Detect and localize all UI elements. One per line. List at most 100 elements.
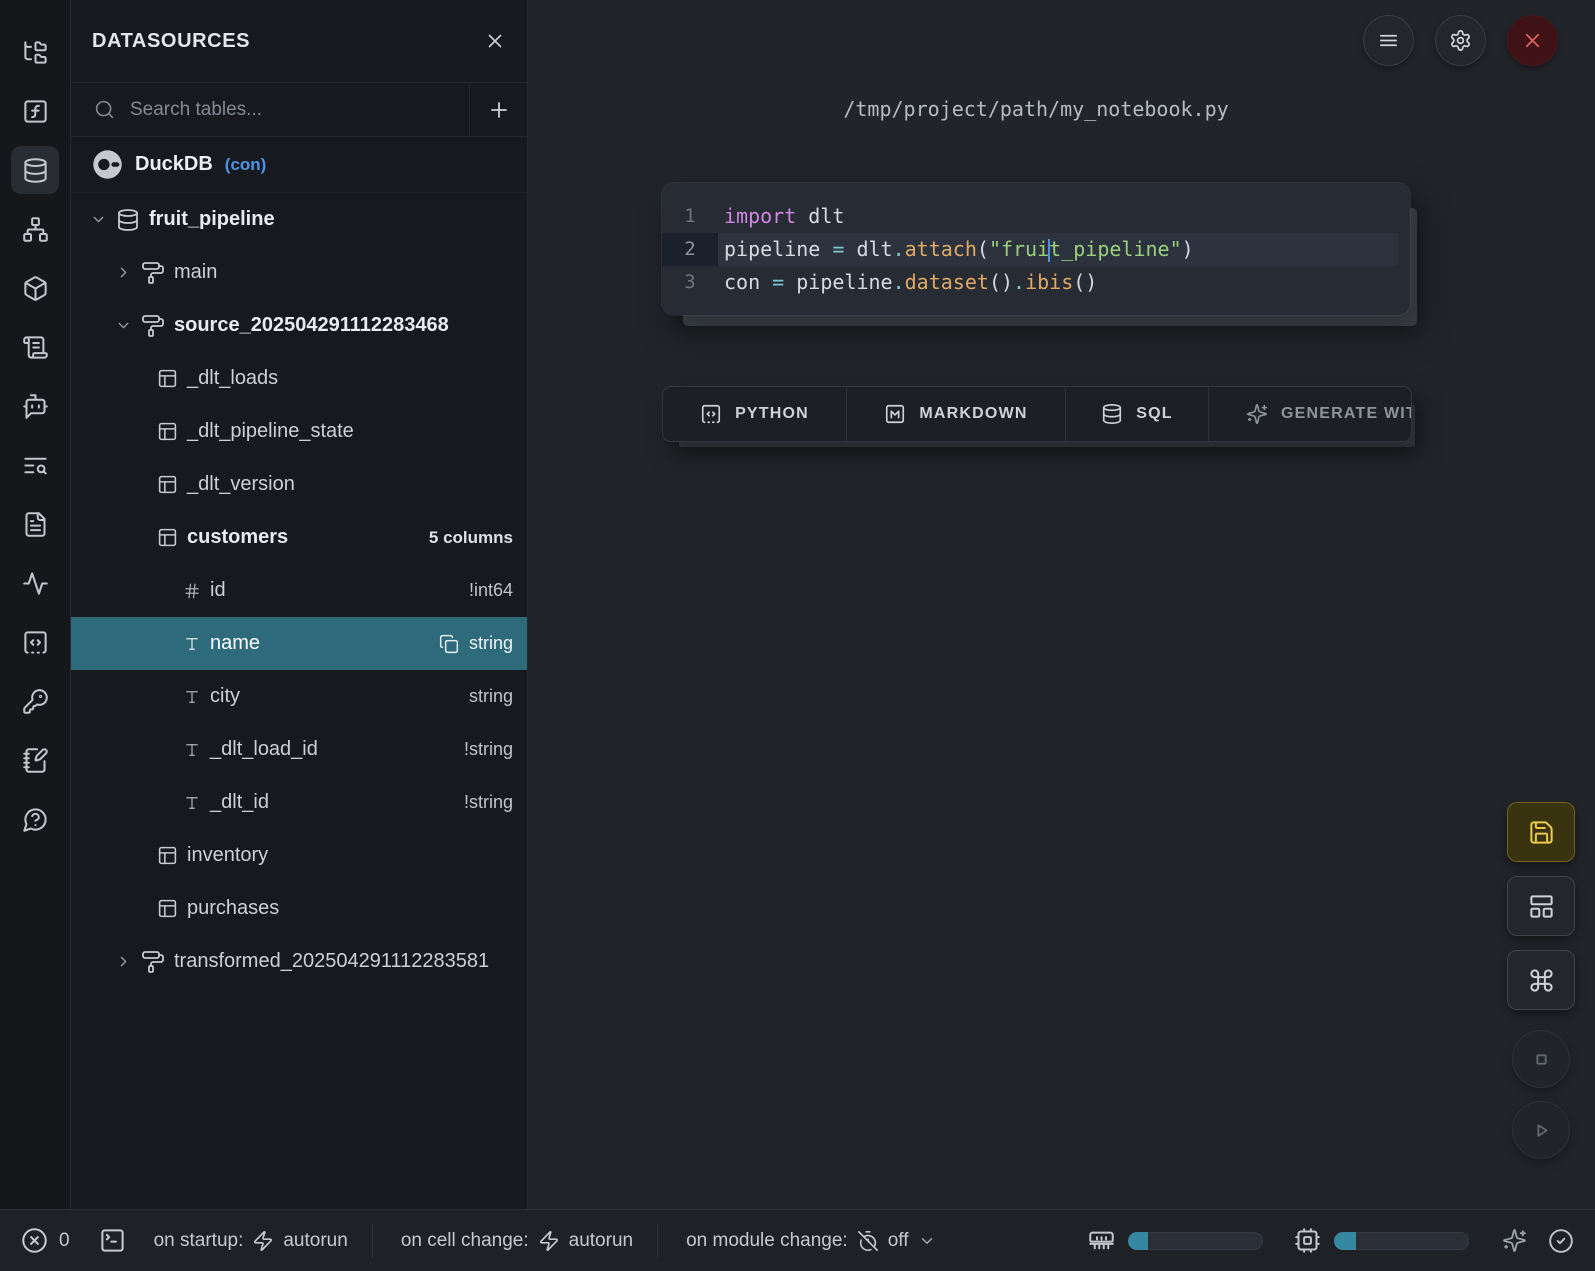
rail-item-logs[interactable]: [15, 329, 55, 365]
tree-row-_dlt_id[interactable]: _dlt_id!string: [71, 776, 527, 829]
table-icon: [157, 898, 178, 919]
add-datasource-button[interactable]: [469, 83, 527, 136]
tree-row-fruit_pipeline[interactable]: fruit_pipeline: [71, 193, 527, 246]
tree-label: _dlt_id: [210, 791, 269, 814]
rail-item-file-explorer[interactable]: [15, 34, 55, 70]
connection-ok-icon[interactable]: [1548, 1228, 1574, 1254]
terminal-icon: [99, 1227, 126, 1254]
chevron-right-icon: [115, 953, 132, 970]
tree-label: _dlt_pipeline_state: [187, 420, 354, 443]
tree-row-_dlt_loads[interactable]: _dlt_loads: [71, 352, 527, 405]
tree-row-id[interactable]: id!int64: [71, 564, 527, 617]
packages-icon: [22, 275, 49, 302]
search-icon: [94, 99, 115, 120]
rail-item-ai-chat[interactable]: [15, 388, 55, 424]
database-icon: [1101, 403, 1123, 425]
layout-panel-icon: [1528, 893, 1555, 920]
ai-chat-icon: [22, 393, 49, 420]
tree-row-source_202504291112283468[interactable]: source_202504291112283468: [71, 299, 527, 352]
terminal-button[interactable]: [99, 1227, 126, 1254]
tree-meta: !int64: [469, 580, 513, 601]
save-button[interactable]: [1507, 802, 1575, 862]
tree-row-transformed_202504291112283581[interactable]: transformed_202504291112283581: [71, 935, 527, 988]
tree-row-customers[interactable]: customers 5 columns: [71, 511, 527, 564]
tree-row-_dlt_load_id[interactable]: _dlt_load_id!string: [71, 723, 527, 776]
tree-label: name: [210, 632, 260, 655]
memory-icon: [1088, 1227, 1115, 1254]
tree-row-main[interactable]: main: [71, 246, 527, 299]
ai-sparkles-icon[interactable]: [1502, 1228, 1527, 1253]
stop-square-icon: [1529, 1047, 1554, 1072]
command-icon: [1528, 967, 1555, 994]
rail-item-secrets[interactable]: [15, 683, 55, 719]
help-icon: [22, 806, 49, 833]
on-module-change-value: off: [888, 1230, 909, 1252]
tree-row-meta-group: string: [469, 686, 513, 707]
code-token: "frui: [989, 237, 1049, 261]
tree-row-purchases[interactable]: purchases: [71, 882, 527, 935]
tree-row-_dlt_version[interactable]: _dlt_version: [71, 458, 527, 511]
tree-row-_dlt_pipeline_state[interactable]: _dlt_pipeline_state: [71, 405, 527, 458]
tree-row-meta-group: 5 columns: [429, 528, 513, 548]
tree-meta: string: [469, 686, 513, 707]
code-token: (: [977, 237, 989, 261]
on-module-change-setting[interactable]: on module change: off: [686, 1230, 935, 1252]
menu-button[interactable]: [1363, 15, 1414, 66]
code-cell[interactable]: 1import dlt2pipeline = dlt.attach("fruit…: [662, 183, 1410, 315]
timer-off-icon: [857, 1230, 879, 1252]
tree-row-name[interactable]: namestring: [71, 617, 527, 670]
run-button[interactable]: [1512, 1101, 1570, 1159]
duckdb-logo-icon: [92, 149, 123, 180]
command-palette-button[interactable]: [1507, 950, 1575, 1010]
code-token: con: [724, 270, 772, 294]
divider: [372, 1224, 373, 1258]
on-cell-change-setting[interactable]: on cell change: autorun: [401, 1230, 633, 1252]
code-token: t_pipeline": [1049, 237, 1181, 261]
on-startup-setting[interactable]: on startup: autorun: [154, 1230, 348, 1252]
search-row: [71, 83, 527, 137]
schema-icon: [141, 261, 165, 285]
rail-item-scratchpad[interactable]: [15, 742, 55, 778]
table-icon: [157, 527, 178, 548]
tree-meta: 5 columns: [429, 528, 513, 548]
stop-button[interactable]: [1512, 1030, 1570, 1088]
add-cell-generate-wit-button[interactable]: GENERATE WIT: [1209, 387, 1411, 441]
rail-item-find-replace[interactable]: [15, 447, 55, 483]
add-cell-label: GENERATE WIT: [1281, 405, 1411, 423]
database-icon: [116, 208, 140, 232]
close-panel-button[interactable]: [484, 30, 506, 52]
hamburger-menu-icon: [1377, 29, 1400, 52]
rail-item-snippets[interactable]: [15, 624, 55, 660]
add-cell-markdown-button[interactable]: MARKDOWN: [847, 387, 1066, 441]
error-count: 0: [59, 1230, 70, 1252]
text-column-icon: [183, 635, 201, 653]
resource-meters: [1088, 1227, 1574, 1254]
tree-row-city[interactable]: citystring: [71, 670, 527, 723]
connection-row[interactable]: DuckDB (con): [71, 137, 527, 193]
search-input[interactable]: [128, 98, 469, 122]
divider: [657, 1224, 658, 1258]
tree-label: customers: [187, 526, 288, 549]
rail-item-documentation[interactable]: [15, 506, 55, 542]
tree-label: _dlt_load_id: [210, 738, 318, 761]
rail-item-datasources[interactable]: [11, 146, 59, 194]
documentation-icon: [22, 511, 49, 538]
shutdown-button[interactable]: [1507, 15, 1558, 66]
file-explorer-icon: [22, 39, 49, 66]
rail-item-help[interactable]: [15, 801, 55, 837]
code-line-2: 2pipeline = dlt.attach("fruit_pipeline"): [662, 233, 1410, 266]
line-number: 3: [662, 266, 718, 299]
layout-toggle-button[interactable]: [1507, 876, 1575, 936]
rail-item-dependency-graph[interactable]: [15, 211, 55, 247]
rail-item-tracing[interactable]: [15, 565, 55, 601]
rail-item-packages[interactable]: [15, 270, 55, 306]
settings-button[interactable]: [1435, 15, 1486, 66]
line-number: 1: [662, 200, 718, 233]
error-indicator[interactable]: 0: [21, 1227, 70, 1254]
add-cell-sql-button[interactable]: SQL: [1066, 387, 1209, 441]
rail-item-helper-functions[interactable]: [15, 93, 55, 129]
add-cell-python-button[interactable]: PYTHON: [663, 387, 847, 441]
tree-row-inventory[interactable]: inventory: [71, 829, 527, 882]
tree-label: _dlt_loads: [187, 367, 278, 390]
datasources-icon: [22, 157, 49, 184]
